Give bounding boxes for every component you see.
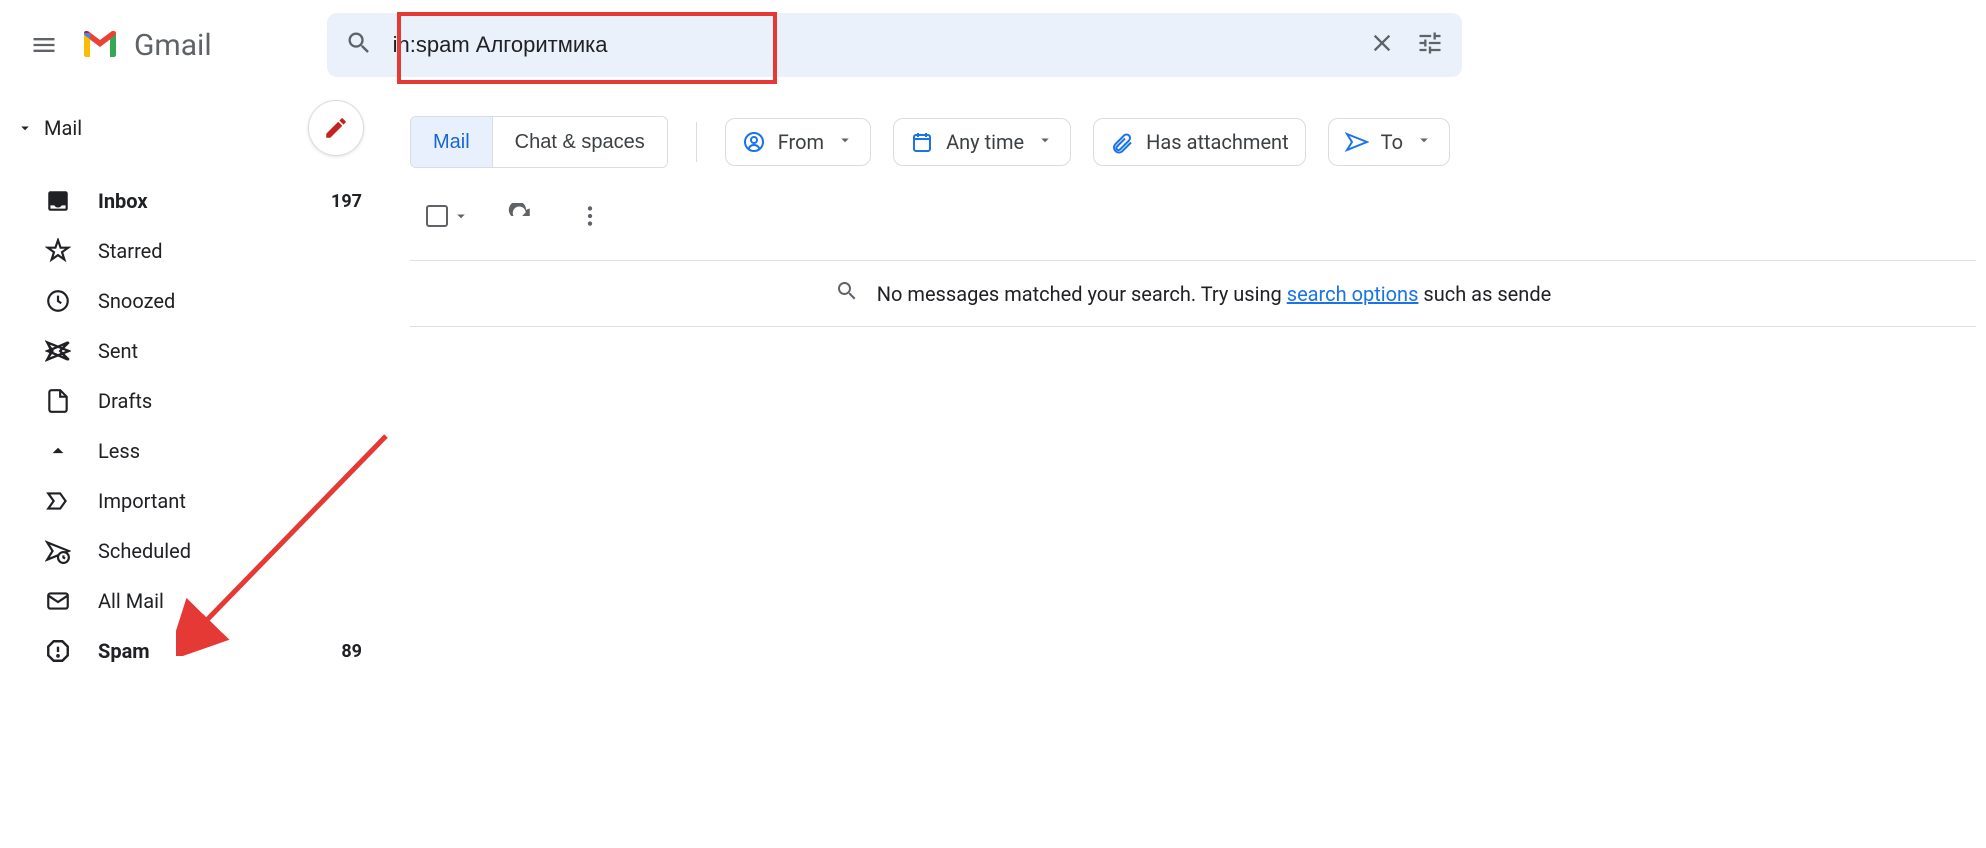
person-icon bbox=[742, 130, 766, 154]
search-options-link[interactable]: search options bbox=[1287, 282, 1419, 306]
more-button[interactable] bbox=[570, 196, 610, 236]
search-icon[interactable] bbox=[345, 29, 373, 61]
divider bbox=[696, 122, 697, 162]
sidebar-item-sent[interactable]: Sent bbox=[0, 326, 390, 376]
send-icon bbox=[1345, 130, 1369, 154]
chevron-down-icon bbox=[836, 131, 854, 149]
filter-row: Mail Chat & spaces From Any time Has att… bbox=[410, 116, 1976, 168]
empty-results-row: No messages matched your search. Try usi… bbox=[410, 260, 1976, 327]
sidebar-item-label: Less bbox=[98, 439, 362, 463]
sidebar-item-inbox[interactable]: Inbox 197 bbox=[0, 176, 390, 226]
main: Mail Inbox 197 Starred Snoozed Sent Draf… bbox=[0, 90, 1986, 848]
clear-search-button[interactable] bbox=[1368, 29, 1396, 61]
hamburger-icon bbox=[30, 31, 58, 59]
sidebar-item-label: Starred bbox=[98, 239, 362, 263]
scheduled-icon bbox=[45, 538, 71, 564]
inbox-icon bbox=[45, 188, 71, 214]
calendar-icon bbox=[910, 130, 934, 154]
chevron-down-icon bbox=[452, 207, 470, 225]
attachment-icon bbox=[1110, 130, 1134, 154]
sidebar-item-label: Sent bbox=[98, 339, 362, 363]
sidebar-item-important[interactable]: Important bbox=[0, 476, 390, 526]
sidebar-item-count: 197 bbox=[331, 191, 362, 212]
main-menu-button[interactable] bbox=[20, 21, 68, 69]
chevron-down-icon bbox=[1036, 131, 1054, 149]
sidebar-item-label: Important bbox=[98, 489, 362, 513]
filter-anytime-chip[interactable]: Any time bbox=[893, 118, 1071, 166]
pencil-icon bbox=[323, 115, 349, 141]
scope-mail-button[interactable]: Mail bbox=[411, 117, 492, 167]
chevron-down-icon bbox=[1415, 131, 1433, 149]
gmail-logo-icon bbox=[76, 21, 124, 69]
star-icon bbox=[45, 238, 71, 264]
clock-icon bbox=[45, 288, 71, 314]
scope-segment: Mail Chat & spaces bbox=[410, 116, 668, 168]
header: Gmail bbox=[0, 0, 1986, 90]
search-icon bbox=[835, 279, 859, 303]
search-bar bbox=[327, 13, 1462, 77]
search-options-button[interactable] bbox=[1416, 29, 1444, 61]
empty-text-post: such as sende bbox=[1423, 282, 1551, 306]
sidebar-item-label: Drafts bbox=[98, 389, 362, 413]
sidebar-item-label: All Mail bbox=[98, 589, 362, 613]
gmail-text: Gmail bbox=[134, 28, 212, 63]
more-vert-icon bbox=[577, 203, 603, 229]
sidebar-item-scheduled[interactable]: Scheduled bbox=[0, 526, 390, 576]
mail-icon bbox=[45, 588, 71, 614]
chevron-up-icon bbox=[45, 438, 71, 464]
search-input[interactable] bbox=[393, 32, 1368, 58]
sidebar-item-count: 89 bbox=[341, 641, 362, 662]
sidebar-item-spam[interactable]: Spam 89 bbox=[0, 626, 390, 676]
chip-label: From bbox=[778, 130, 824, 154]
gmail-logo[interactable]: Gmail bbox=[76, 21, 212, 69]
sidebar-item-allmail[interactable]: All Mail bbox=[0, 576, 390, 626]
sidebar: Mail Inbox 197 Starred Snoozed Sent Draf… bbox=[0, 90, 390, 848]
content-area: Mail Chat & spaces From Any time Has att… bbox=[390, 90, 1986, 848]
spam-icon bbox=[45, 638, 71, 664]
filter-from-chip[interactable]: From bbox=[725, 118, 871, 166]
refresh-icon bbox=[507, 203, 533, 229]
important-icon bbox=[45, 488, 71, 514]
filter-to-chip[interactable]: To bbox=[1328, 118, 1450, 166]
empty-text-pre: No messages matched your search. Try usi… bbox=[877, 282, 1282, 306]
sidebar-item-label: Scheduled bbox=[98, 539, 362, 563]
sidebar-item-label: Inbox bbox=[98, 189, 331, 213]
close-icon bbox=[1368, 29, 1396, 57]
send-icon bbox=[45, 338, 71, 364]
refresh-button[interactable] bbox=[500, 196, 540, 236]
tune-icon bbox=[1416, 29, 1444, 57]
chip-label: To bbox=[1381, 130, 1403, 154]
select-all-checkbox[interactable] bbox=[426, 205, 470, 227]
mail-category-label: Mail bbox=[44, 116, 82, 140]
chip-label: Any time bbox=[946, 130, 1024, 154]
sidebar-item-starred[interactable]: Starred bbox=[0, 226, 390, 276]
sidebar-item-snoozed[interactable]: Snoozed bbox=[0, 276, 390, 326]
mail-category-toggle[interactable]: Mail bbox=[16, 116, 82, 140]
list-toolbar bbox=[410, 196, 1976, 236]
sidebar-item-label: Snoozed bbox=[98, 289, 362, 313]
sidebar-item-label: Spam bbox=[98, 639, 341, 663]
chip-label: Has attachment bbox=[1146, 130, 1289, 154]
filter-attachment-chip[interactable]: Has attachment bbox=[1093, 118, 1306, 166]
file-icon bbox=[45, 388, 71, 414]
compose-button[interactable] bbox=[308, 100, 364, 156]
scope-chat-button[interactable]: Chat & spaces bbox=[492, 117, 667, 167]
sidebar-item-drafts[interactable]: Drafts bbox=[0, 376, 390, 426]
sidebar-item-less[interactable]: Less bbox=[0, 426, 390, 476]
chevron-down-icon bbox=[16, 119, 34, 137]
checkbox-icon bbox=[426, 205, 448, 227]
